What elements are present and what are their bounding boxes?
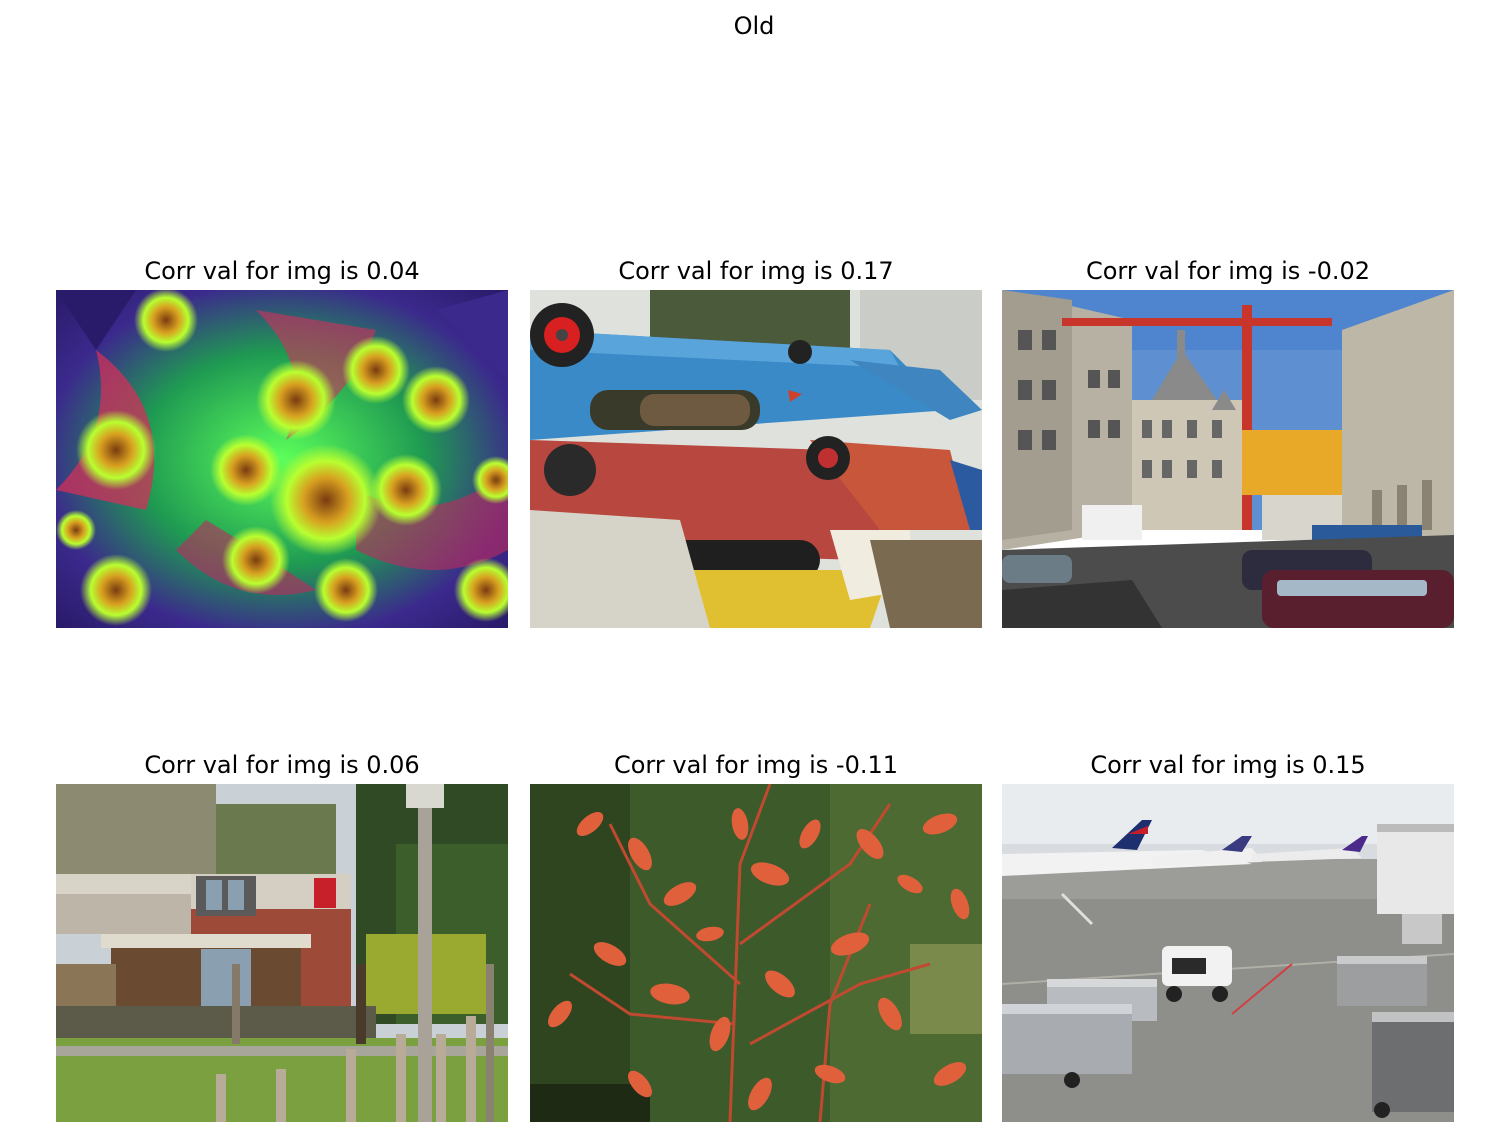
figure-title: Old [733, 12, 775, 40]
red-leaves-pine-image [530, 784, 982, 1122]
house-fence-image [56, 784, 508, 1122]
panel-title: Corr val for img is 0.17 [618, 257, 894, 285]
panel-title: Corr val for img is 0.04 [144, 257, 420, 285]
panel-title: Corr val for img is 0.06 [144, 751, 420, 779]
city-street-crane-image [1002, 290, 1454, 628]
airport-tarmac-image [1002, 784, 1454, 1122]
panel-title: Corr val for img is -0.11 [613, 751, 899, 779]
fractal-flowers-image [56, 290, 508, 628]
panel-title: Corr val for img is 0.15 [1090, 751, 1366, 779]
panel-title: Corr val for img is -0.02 [1085, 257, 1371, 285]
stacked-boats-image [530, 290, 982, 628]
